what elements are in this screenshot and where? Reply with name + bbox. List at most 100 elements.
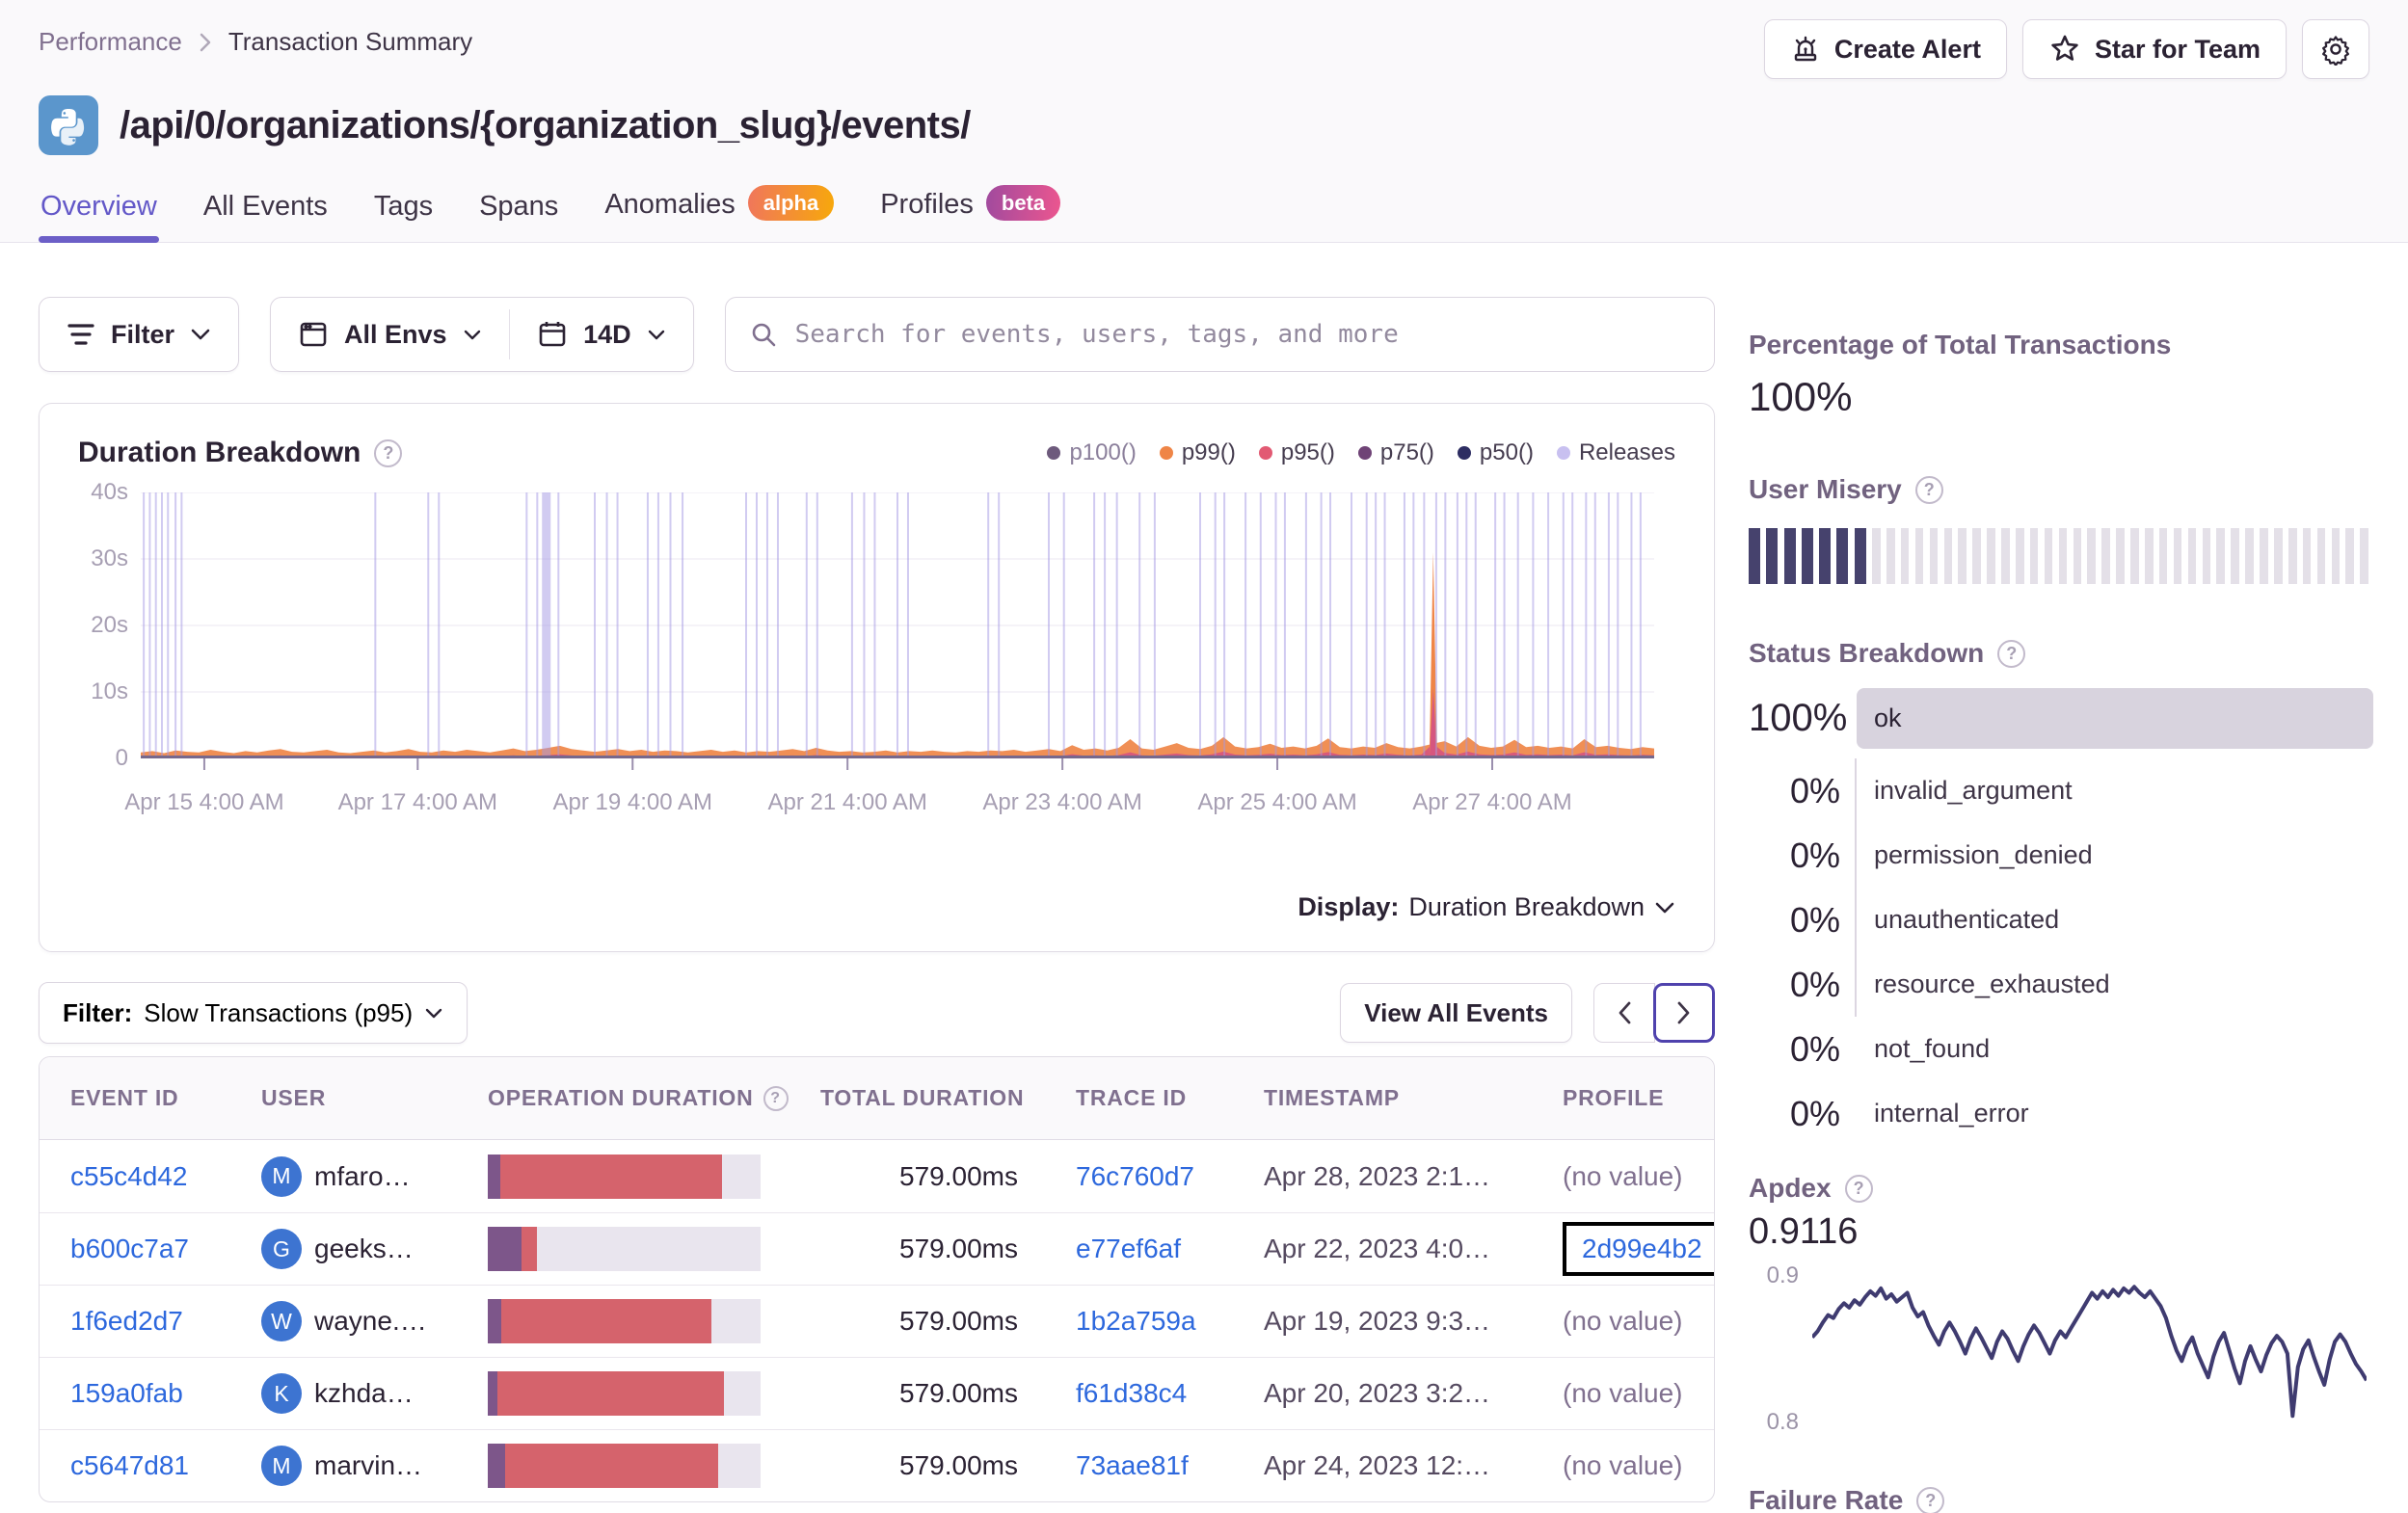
table-row: 159a0fab Kkzhda… 579.00ms f61d38c4 Apr 20, 2… — [40, 1357, 1714, 1429]
date-range-dropdown[interactable]: 14D — [510, 298, 693, 371]
tab-label: Spans — [479, 191, 559, 222]
status-percent: 0% — [1789, 1093, 1840, 1133]
legend-label: p95() — [1280, 439, 1335, 465]
legend-dot-icon — [1357, 446, 1372, 460]
search-input[interactable] — [794, 320, 1691, 349]
status-row-internal_error: 0% internal_error — [1749, 1081, 2373, 1146]
profile-cell: (no value) — [1563, 1378, 1714, 1409]
legend-item-p50[interactable]: p50() — [1457, 439, 1534, 466]
column-header-label: TOTAL DURATION — [820, 1085, 1025, 1110]
event-id-link[interactable]: 1f6ed2d7 — [70, 1306, 183, 1336]
total-duration-value: 579.00ms — [899, 1160, 1018, 1191]
window-icon — [298, 319, 329, 350]
date-range-label: 14D — [583, 319, 631, 349]
column-header-user[interactable]: USER — [261, 1085, 488, 1111]
column-header-trace-id[interactable]: TRACE ID — [1076, 1085, 1264, 1111]
chevron-right-icon — [198, 30, 213, 55]
settings-button[interactable] — [2302, 19, 2369, 79]
help-icon[interactable]: ? — [763, 1085, 789, 1111]
tab-overview[interactable]: Overview — [39, 185, 159, 243]
trace-id-cell: 76c760d7 — [1076, 1161, 1264, 1192]
create-alert-button[interactable]: Create Alert — [1763, 19, 2007, 79]
x-axis-label: Apr 19 4:00 AM — [552, 789, 712, 815]
status-breakdown-list: 100% ok 0% invalid_argument 0% permission_den… — [1749, 688, 2373, 1146]
tab-tags[interactable]: Tags — [372, 185, 435, 242]
duration-segment-http — [499, 1154, 723, 1199]
view-all-events-button[interactable]: View All Events — [1340, 983, 1572, 1043]
events-toolbar: Filter: Slow Transactions (p95) View All… — [39, 981, 1715, 1045]
previous-page-button[interactable] — [1593, 983, 1655, 1043]
legend-item-p95[interactable]: p95() — [1258, 439, 1335, 466]
filter-lines-icon — [67, 322, 95, 347]
transaction-summary-page: Performance Transaction Summary Create A… — [0, 0, 2408, 1513]
column-header-event-id[interactable]: EVENT ID — [70, 1085, 261, 1111]
event-id-link[interactable]: b600c7a7 — [70, 1234, 189, 1263]
legend-item-p99[interactable]: p99() — [1159, 439, 1236, 466]
help-icon[interactable]: ? — [1844, 1174, 1873, 1203]
trace-id-link[interactable]: e77ef6af — [1076, 1234, 1181, 1263]
events-table: EVENT ID USER OPERATION DURATION? TOTAL DUR… — [39, 1056, 1715, 1502]
focus-highlight-box: 2d99e4b2 — [1563, 1222, 1714, 1276]
trace-id-link[interactable]: f61d38c4 — [1076, 1378, 1187, 1408]
tab-spans[interactable]: Spans — [477, 185, 560, 242]
search-icon — [749, 320, 778, 349]
siren-icon — [1790, 34, 1821, 65]
legend-item-Releases[interactable]: Releases — [1556, 439, 1675, 466]
tab-profiles[interactable]: Profiles beta — [878, 181, 1062, 242]
timestamp-cell: Apr 24, 2023 12:… — [1264, 1450, 1563, 1481]
user-misery-bar — [1749, 528, 2373, 584]
breadcrumb-performance[interactable]: Performance — [39, 27, 182, 57]
environment-dropdown[interactable]: All Envs — [271, 298, 509, 371]
legend-label: Releases — [1578, 439, 1675, 465]
event-id-link[interactable]: c55c4d42 — [70, 1161, 187, 1191]
profile-cell: (no value) — [1563, 1306, 1714, 1337]
timestamp-value: Apr 22, 2023 4:0… — [1264, 1234, 1491, 1263]
column-header-label: OPERATION DURATION — [488, 1085, 754, 1110]
misery-tick-empty — [2001, 528, 2010, 584]
user-name: marvin… — [314, 1450, 423, 1480]
avatar: M — [261, 1155, 302, 1197]
tab-bar: Overview All Events Tags Spans Anomalies alph… — [39, 181, 2369, 243]
column-header-label: PROFILE — [1563, 1085, 1665, 1110]
legend-item-p100[interactable]: p100() — [1047, 439, 1137, 466]
display-dropdown[interactable]: Display: Duration Breakdown — [40, 892, 1714, 951]
tab-anomalies[interactable]: Anomalies alpha — [602, 181, 836, 242]
help-icon[interactable]: ? — [1916, 1486, 1945, 1513]
help-icon[interactable]: ? — [1914, 475, 1943, 504]
legend-item-p75[interactable]: p75() — [1357, 439, 1434, 466]
operation-duration-bar — [488, 1227, 761, 1271]
status-row-resource_exhausted: 0% resource_exhausted — [1749, 952, 2373, 1017]
help-icon[interactable]: ? — [374, 438, 403, 467]
trace-id-link[interactable]: 1b2a759a — [1076, 1306, 1196, 1336]
chevron-down-icon — [424, 1007, 443, 1020]
duration-segment-http — [501, 1299, 712, 1343]
duration-segment-db — [488, 1227, 522, 1271]
status-row-unauthenticated: 0% unauthenticated — [1749, 888, 2373, 952]
events-filter-label: Filter: — [63, 997, 133, 1027]
misery-tick-empty — [1900, 528, 1910, 584]
column-header-profile[interactable]: PROFILE — [1563, 1085, 1714, 1111]
trace-id-link[interactable]: 73aae81f — [1076, 1450, 1189, 1480]
star-for-team-button[interactable]: Star for Team — [2021, 19, 2287, 79]
help-icon[interactable]: ? — [1997, 639, 2026, 668]
event-id-cell: c5647d81 — [70, 1450, 261, 1481]
star-for-team-label: Star for Team — [2094, 34, 2261, 64]
trace-id-link[interactable]: 76c760d7 — [1076, 1161, 1194, 1191]
event-id-link[interactable]: 159a0fab — [70, 1378, 183, 1408]
status-label-text: unauthenticated — [1855, 888, 2373, 952]
column-header-total-duration[interactable]: TOTAL DURATION — [820, 1085, 1076, 1111]
slow-transactions-filter[interactable]: Filter: Slow Transactions (p95) — [39, 982, 468, 1044]
duration-segment-http — [496, 1371, 724, 1416]
event-id-link[interactable]: c5647d81 — [70, 1450, 189, 1480]
profile-id-link[interactable]: 2d99e4b2 — [1582, 1234, 1702, 1264]
tab-all-events[interactable]: All Events — [201, 185, 330, 242]
filter-dropdown[interactable]: Filter — [39, 297, 240, 372]
misery-tick-empty — [2058, 528, 2068, 584]
next-page-button[interactable] — [1653, 983, 1715, 1043]
column-header-timestamp[interactable]: TIMESTAMP — [1264, 1085, 1563, 1111]
misery-tick-empty — [1972, 528, 1981, 584]
total-duration-value: 579.00ms — [899, 1378, 1018, 1408]
duration-chart-svg — [141, 492, 1654, 770]
column-header-operation-duration[interactable]: OPERATION DURATION? — [488, 1085, 820, 1111]
y-axis-label: 30s — [91, 545, 128, 571]
